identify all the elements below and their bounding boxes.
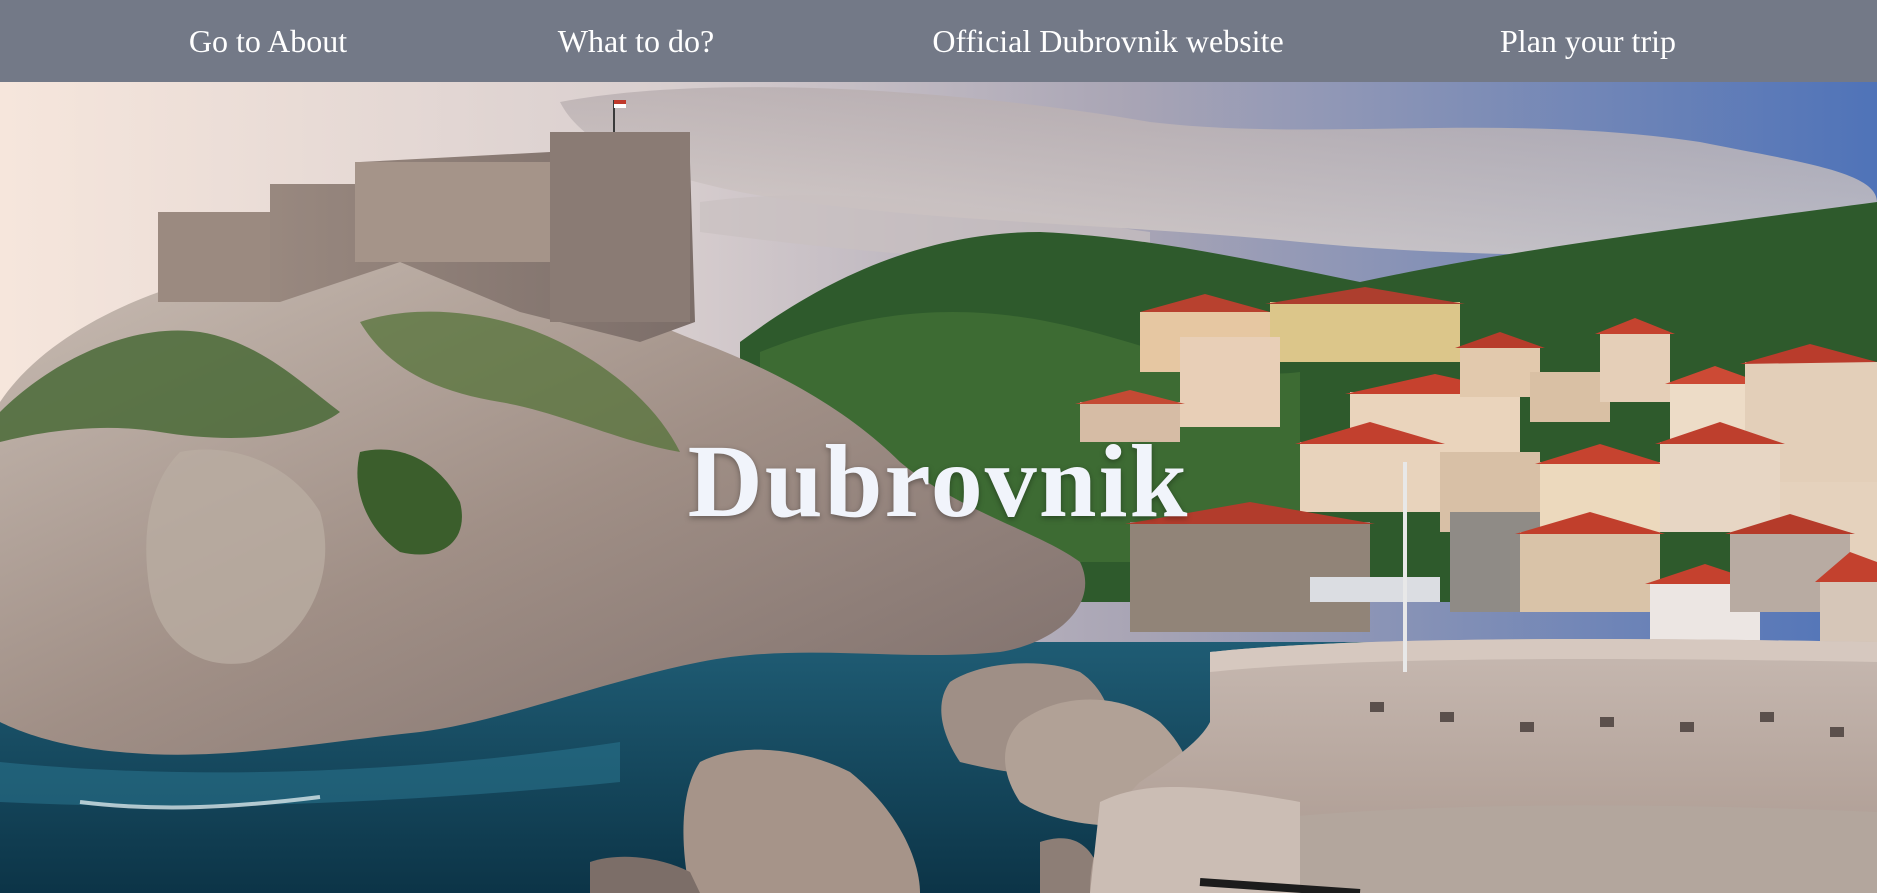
nav-link-about[interactable]: Go to About	[140, 0, 396, 82]
nav-link-what-to-do[interactable]: What to do?	[520, 0, 752, 82]
nav-link-plan-trip[interactable]: Plan your trip	[1460, 0, 1716, 82]
nav-link-official-website[interactable]: Official Dubrovnik website	[880, 0, 1336, 82]
hero-title: Dubrovnik	[687, 424, 1190, 539]
hero-section: Dubrovnik	[0, 82, 1877, 893]
top-navigation-bar: Go to About What to do? Official Dubrovn…	[0, 0, 1877, 82]
